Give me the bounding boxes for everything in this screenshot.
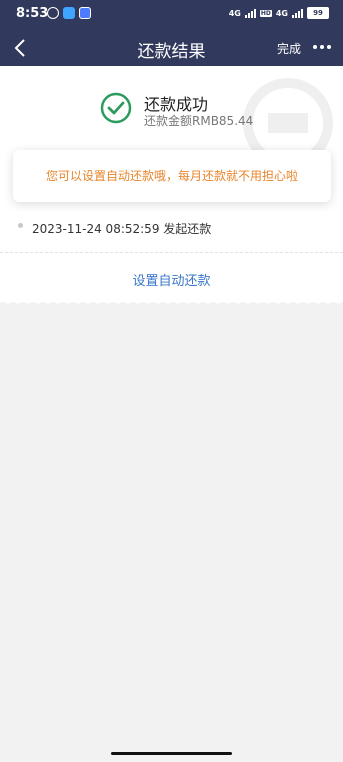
result-card: 还款成功 还款金额RMB85.44 您可以设置自动还款哦，每月还款就不用担心啦 …: [0, 66, 343, 302]
done-button[interactable]: 完成: [277, 40, 301, 57]
status-time: 8:53: [16, 6, 49, 21]
status-indicators: 4G HD 4G 99: [229, 7, 329, 19]
app-notification-icon: [63, 7, 75, 19]
timeline-entry: 2023-11-24 08:52:59 发起还款: [32, 222, 212, 236]
divider: [0, 252, 343, 253]
more-button[interactable]: [313, 38, 335, 56]
nav-bar: 还款结果 完成: [0, 30, 343, 66]
set-auto-repay-link[interactable]: 设置自动还款: [0, 270, 343, 289]
hd-badge: HD: [259, 9, 272, 17]
signal-icon: [292, 8, 303, 18]
network-type-label: 4G: [275, 8, 288, 18]
timeline-dot: [18, 223, 23, 228]
alarm-icon: [47, 7, 59, 19]
auto-repay-tip: 您可以设置自动还款哦，每月还款就不用担心啦: [13, 150, 331, 202]
battery-icon: 99: [307, 7, 329, 19]
status-notification-icons: [47, 7, 91, 19]
signal-icon: [244, 8, 256, 18]
network-type-label: 4G: [228, 8, 241, 18]
more-icon: [313, 45, 317, 49]
home-indicator[interactable]: [111, 752, 232, 755]
app-notification-icon: [79, 7, 91, 19]
card-edge-zigzag: [0, 298, 343, 304]
check-circle-icon: [100, 92, 132, 124]
status-bar: 8:53 4G HD 4G 99: [0, 0, 343, 30]
repayment-amount: 还款金额RMB85.44: [144, 114, 254, 128]
